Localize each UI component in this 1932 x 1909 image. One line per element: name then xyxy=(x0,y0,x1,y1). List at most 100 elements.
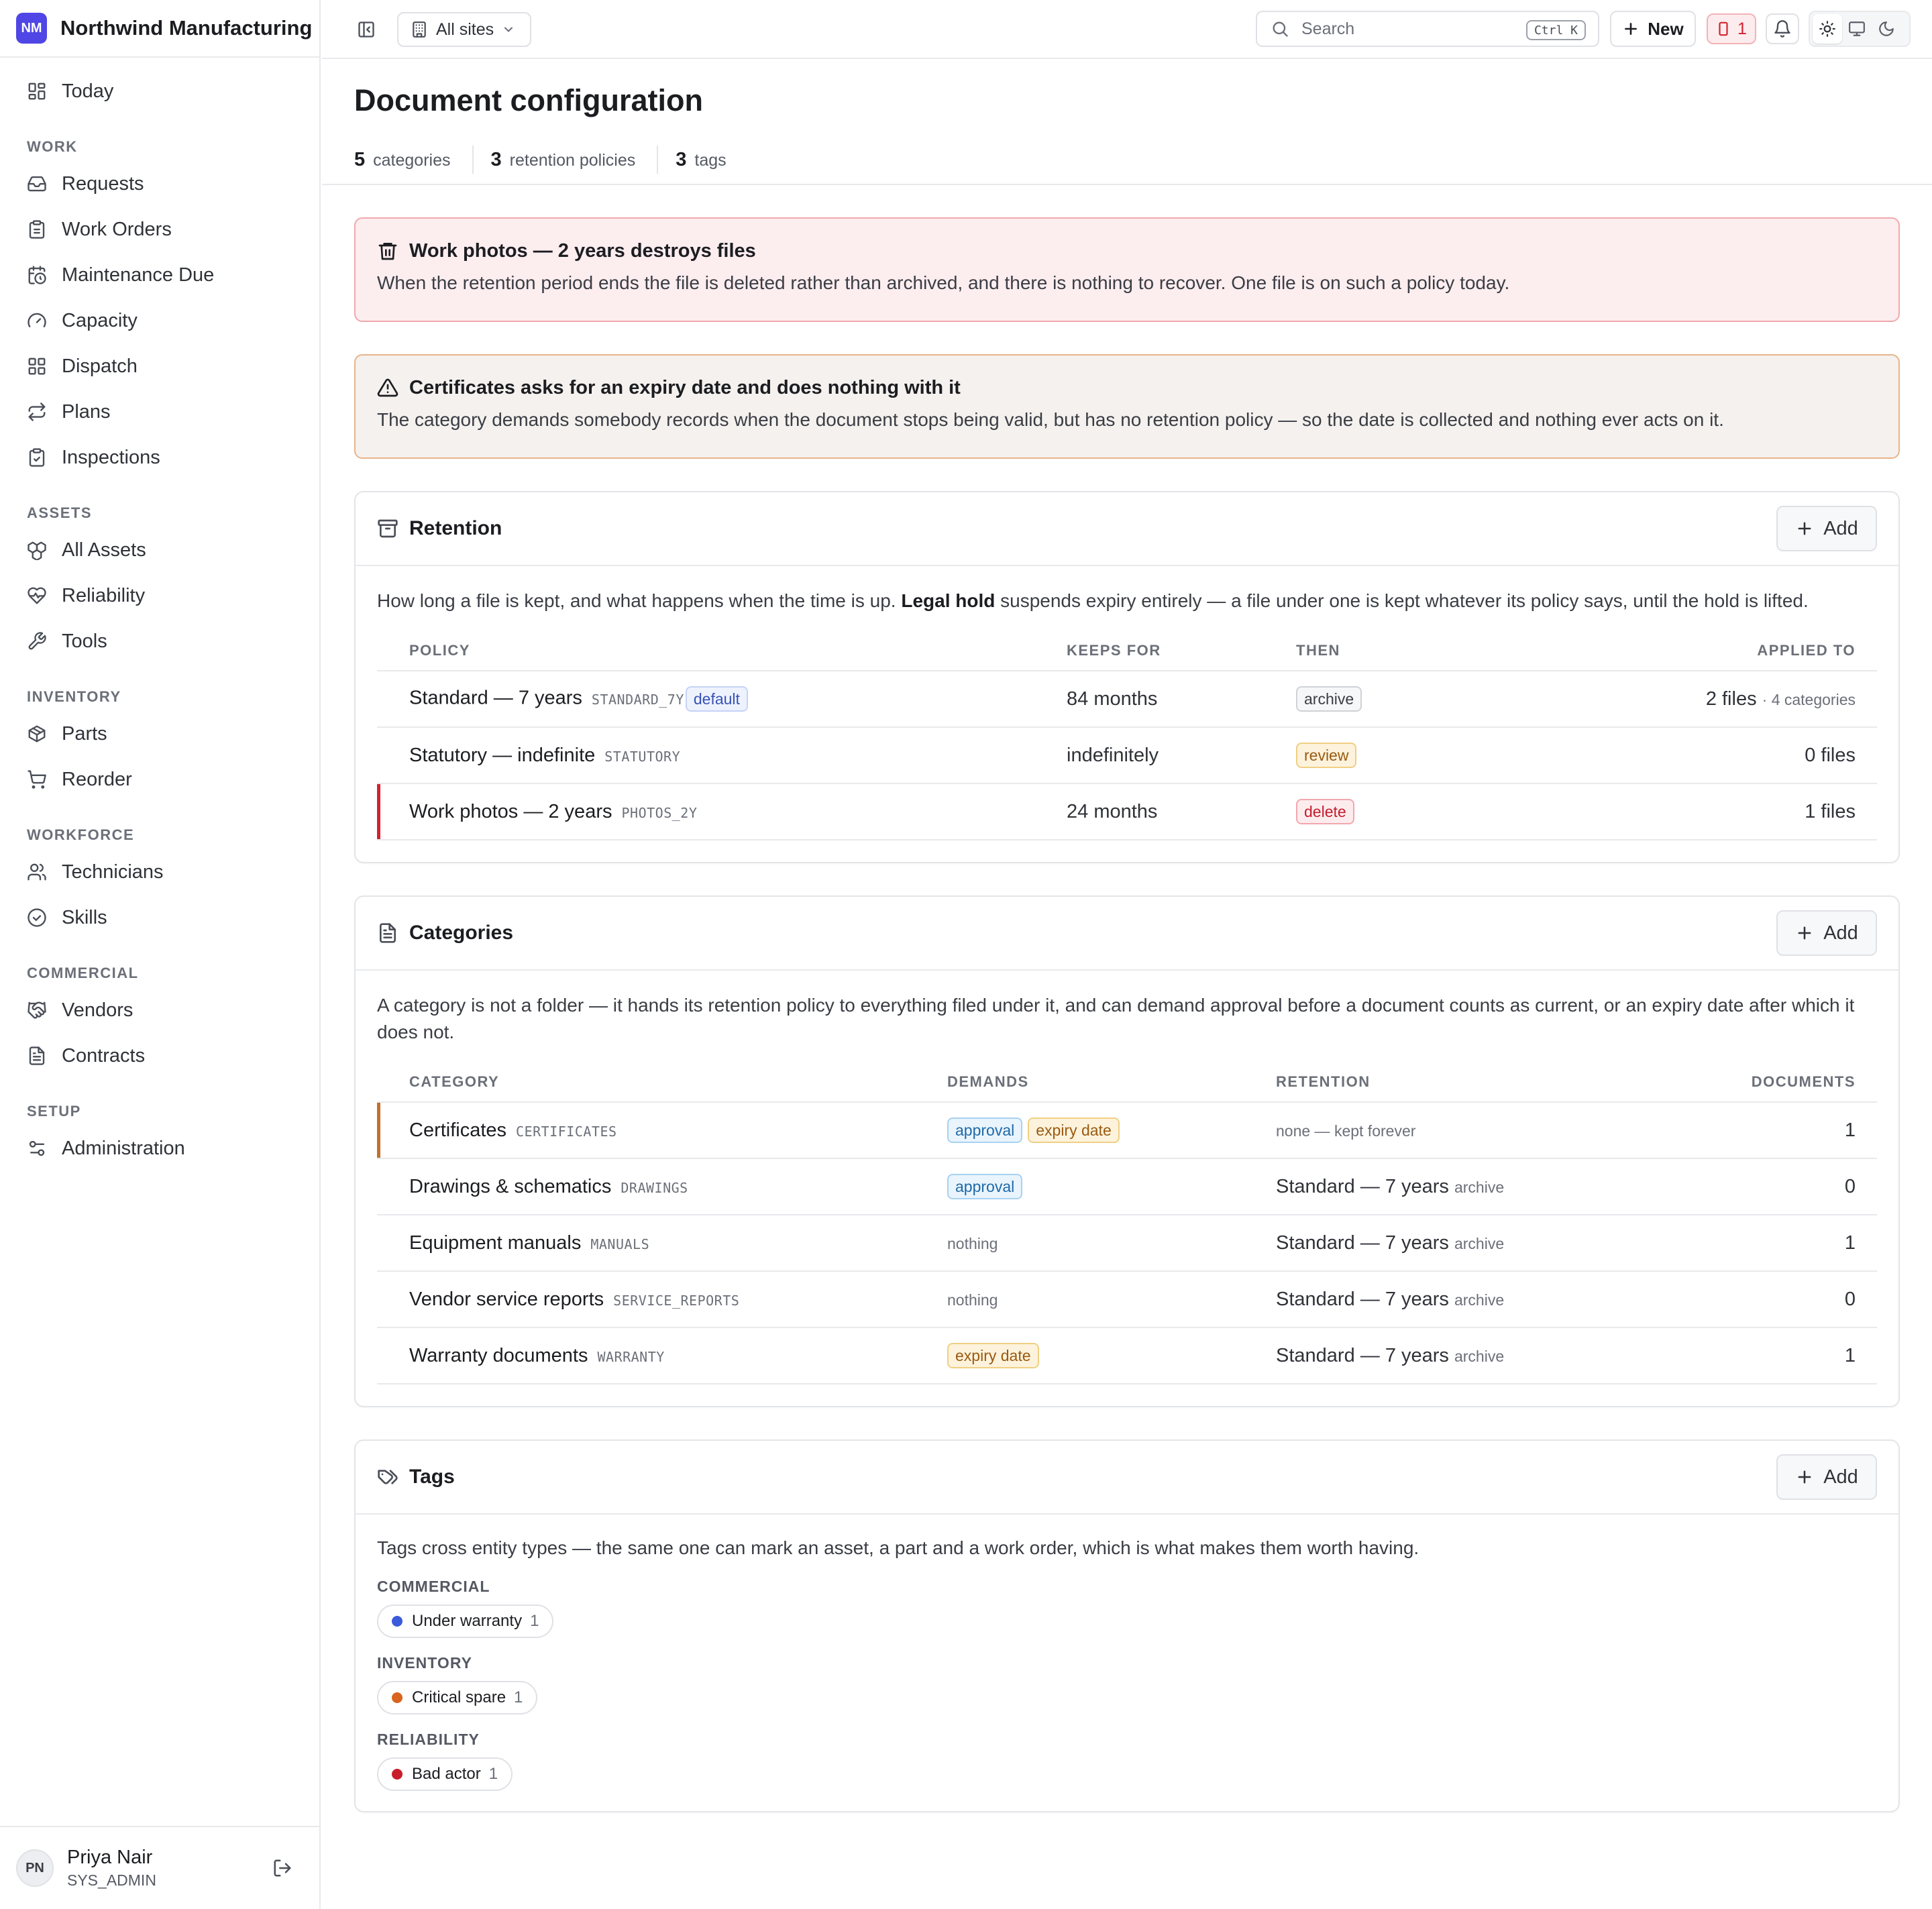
sidebar-item-reorder[interactable]: Reorder xyxy=(0,757,319,802)
document-count: 1 xyxy=(1591,1102,1877,1159)
tag-chip[interactable]: Critical spare 1 xyxy=(377,1681,538,1714)
table-row[interactable]: Statutory — indefinite STATUTORY indefinit… xyxy=(377,727,1877,784)
sidebar-item-technicians[interactable]: Technicians xyxy=(0,849,319,895)
table-row[interactable]: Drawings & schematics DRAWINGS approval Sta… xyxy=(377,1158,1877,1215)
document-count: 0 xyxy=(1591,1158,1877,1215)
file-text-icon xyxy=(27,1046,47,1066)
demand-badge: expiry date xyxy=(1028,1117,1120,1143)
brand[interactable]: NM Northwind Manufacturing xyxy=(0,0,319,58)
theme-system-button[interactable] xyxy=(1842,14,1872,44)
tag-chip[interactable]: Bad actor 1 xyxy=(377,1757,513,1791)
sidebar-item-label: Technicians xyxy=(62,861,164,883)
theme-light-button[interactable] xyxy=(1813,14,1842,44)
search-input[interactable]: Search Ctrl K xyxy=(1256,11,1599,47)
policy-code: PHOTOS_2Y xyxy=(621,804,698,821)
brand-logo: NM xyxy=(16,13,47,44)
desc-text: How long a file is kept, and what happen… xyxy=(377,590,902,611)
logout-icon[interactable] xyxy=(272,1858,292,1878)
sidebar-section-inventory: INVENTORY xyxy=(27,688,121,705)
package-icon xyxy=(27,724,47,744)
document-count: 0 xyxy=(1591,1271,1877,1328)
demand-badge: approval xyxy=(947,1117,1023,1143)
col-category: CATEGORY xyxy=(377,1062,947,1103)
moon-icon xyxy=(1878,20,1895,38)
tag-chip[interactable]: Under warranty 1 xyxy=(377,1604,554,1638)
category-name: Warranty documents xyxy=(409,1344,588,1366)
policy-name: Statutory — indefinite xyxy=(409,744,596,766)
stat-value: 5 xyxy=(354,149,366,170)
danger-banner: Work photos — 2 years destroys files Whe… xyxy=(354,217,1900,322)
panel-left-icon xyxy=(357,20,376,39)
then-badge: delete xyxy=(1296,799,1354,824)
danger-banner-body: When the retention period ends the file … xyxy=(377,272,1510,293)
sidebar-item-requests[interactable]: Requests xyxy=(0,161,319,207)
new-button[interactable]: New xyxy=(1610,11,1696,47)
retention-policy: Standard — 7 years xyxy=(1276,1288,1449,1310)
col-then: THEN xyxy=(1296,631,1524,671)
add-label: Add xyxy=(1823,1466,1858,1488)
tag-name: Critical spare xyxy=(412,1688,506,1706)
retention-action: archive xyxy=(1454,1234,1505,1252)
sidebar-item-dispatch[interactable]: Dispatch xyxy=(0,343,319,389)
sidebar-item-parts[interactable]: Parts xyxy=(0,711,319,757)
handshake-icon xyxy=(27,1000,47,1020)
boxes-icon xyxy=(27,540,47,560)
sidebar-item-work-orders[interactable]: Work Orders xyxy=(0,207,319,252)
sidebar-item-maintenance-due[interactable]: Maintenance Due xyxy=(0,252,319,298)
sidebar-toggle-button[interactable] xyxy=(350,13,382,46)
demands-none: nothing xyxy=(947,1291,998,1309)
keeps-for: 24 months xyxy=(1067,783,1296,840)
retention-action: archive xyxy=(1454,1291,1505,1309)
table-row[interactable]: Equipment manuals MANUALS nothing Standard … xyxy=(377,1215,1877,1272)
category-code: MANUALS xyxy=(590,1236,650,1252)
sidebar-item-skills[interactable]: Skills xyxy=(0,895,319,940)
tag-group-label: RELIABILITY xyxy=(377,1731,480,1748)
sidebar-item-tools[interactable]: Tools xyxy=(0,618,319,664)
avatar[interactable]: PN xyxy=(16,1849,54,1887)
sidebar-item-label: Dispatch xyxy=(62,355,138,377)
sidebar-item-all-assets[interactable]: All Assets xyxy=(0,527,319,573)
add-retention-button[interactable]: Add xyxy=(1776,506,1877,551)
retention-action: archive xyxy=(1454,1178,1505,1196)
user-name: Priya Nair xyxy=(67,1847,153,1868)
category-name: Drawings & schematics xyxy=(409,1175,612,1197)
tag-color-dot xyxy=(392,1616,402,1627)
bell-icon xyxy=(1773,19,1792,38)
col-demands: DEMANDS xyxy=(947,1062,1276,1103)
sidebar-item-label: Today xyxy=(62,80,114,102)
clipboard-check-icon xyxy=(27,447,47,468)
sidebar-item-label: All Assets xyxy=(62,539,146,561)
sidebar-item-inspections[interactable]: Inspections xyxy=(0,435,319,480)
sidebar-item-label: Requests xyxy=(62,172,144,195)
site-selector[interactable]: All sites xyxy=(397,12,531,47)
table-row[interactable]: Work photos — 2 years PHOTOS_2Y 24 months d… xyxy=(377,783,1877,840)
table-row[interactable]: Warranty documents WARRANTY expiry date Sta… xyxy=(377,1327,1877,1384)
sidebar-item-plans[interactable]: Plans xyxy=(0,389,319,435)
plus-icon xyxy=(1795,519,1814,538)
sidebar-item-vendors[interactable]: Vendors xyxy=(0,987,319,1033)
document-count: 1 xyxy=(1591,1327,1877,1384)
theme-switcher xyxy=(1809,11,1911,47)
main-content: Work photos — 2 years destroys files Whe… xyxy=(354,217,1900,1812)
notifications-button[interactable] xyxy=(1766,13,1799,44)
sidebar-item-today[interactable]: Today xyxy=(0,68,319,114)
col-applied-to: APPLIED TO xyxy=(1524,631,1877,671)
table-row[interactable]: Vendor service reports SERVICE_REPORTS not… xyxy=(377,1271,1877,1328)
sidebar-item-administration[interactable]: Administration xyxy=(0,1126,319,1171)
table-row[interactable]: Standard — 7 years STANDARD_7Y default 84 m… xyxy=(377,671,1877,728)
page-stats: 5 categories 3 retention policies 3 tags xyxy=(354,144,765,176)
sidebar-item-label: Administration xyxy=(62,1137,185,1159)
add-category-button[interactable]: Add xyxy=(1776,910,1877,956)
stat-retention-policies: 3 retention policies xyxy=(491,146,659,174)
table-row[interactable]: Certificates CERTIFICATES approval expiry d… xyxy=(377,1102,1877,1159)
sidebar-item-reliability[interactable]: Reliability xyxy=(0,573,319,618)
add-label: Add xyxy=(1823,922,1858,944)
add-tag-button[interactable]: Add xyxy=(1776,1454,1877,1500)
alerts-button[interactable]: 1 xyxy=(1707,13,1756,44)
theme-dark-button[interactable] xyxy=(1872,14,1901,44)
warning-triangle-icon xyxy=(377,377,398,398)
sidebar-item-contracts[interactable]: Contracts xyxy=(0,1033,319,1079)
tag-group-label: COMMERCIAL xyxy=(377,1578,490,1595)
stat-value: 3 xyxy=(490,149,502,170)
sidebar-item-capacity[interactable]: Capacity xyxy=(0,298,319,343)
